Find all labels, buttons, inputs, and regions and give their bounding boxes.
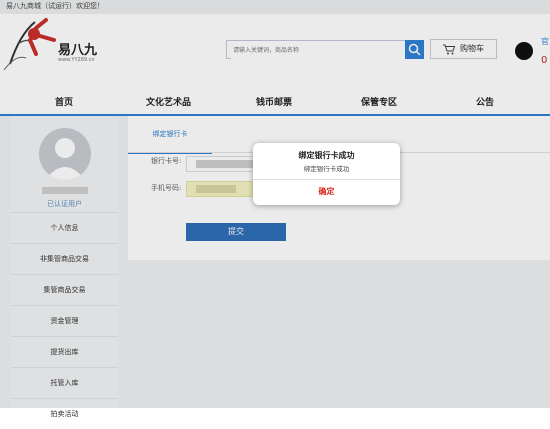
dialog-message: 绑定银行卡成功 (303, 165, 350, 173)
success-dialog: 绑定银行卡成功 绑定银行卡成功 确定 (253, 143, 400, 205)
dialog-title: 绑定银行卡成功 (298, 151, 355, 160)
confirm-button[interactable]: 确定 (253, 179, 400, 205)
